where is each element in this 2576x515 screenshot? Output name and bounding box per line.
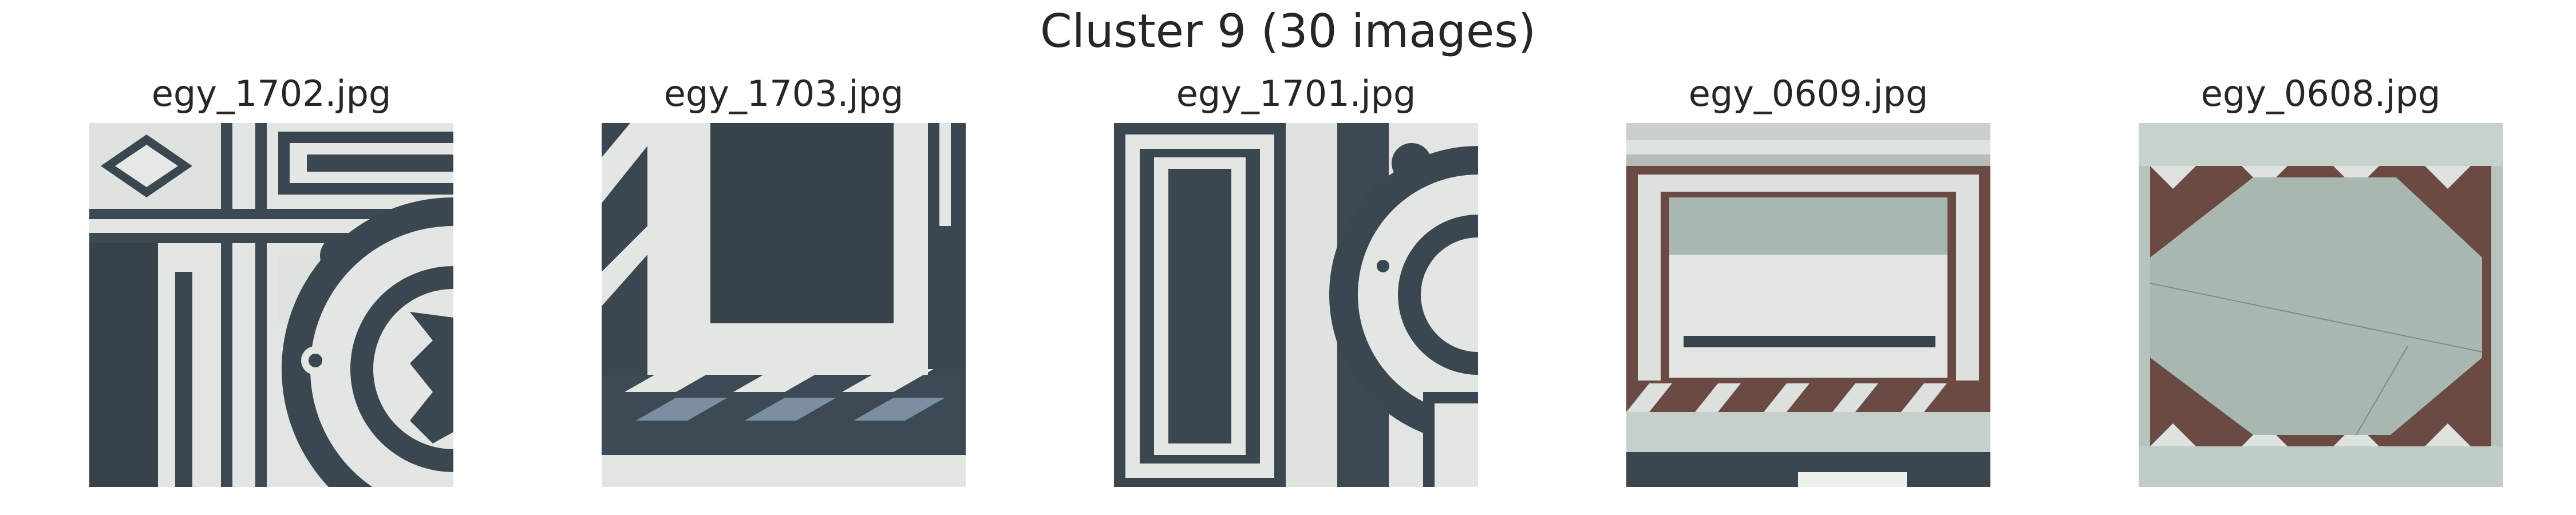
image-caption-4: egy_0609.jpg <box>1688 73 1929 114</box>
figure-title: Cluster 9 (30 images) <box>1040 5 1536 58</box>
image-caption-5: egy_0608.jpg <box>2200 73 2441 114</box>
image-tile-4 <box>1626 123 1990 487</box>
image-tile-3 <box>1114 123 1478 487</box>
marble-floor-image-5 <box>2139 123 2503 487</box>
image-caption-3: egy_1701.jpg <box>1176 73 1416 114</box>
image-caption-2: egy_1703.jpg <box>663 73 904 114</box>
marble-floor-image-2 <box>602 123 966 487</box>
image-tile-5 <box>2139 123 2503 487</box>
marble-floor-image-1 <box>89 123 453 487</box>
marble-floor-image-3 <box>1114 123 1478 487</box>
image-caption-1: egy_1702.jpg <box>151 73 392 114</box>
image-tile-1 <box>89 123 453 487</box>
marble-floor-image-4 <box>1626 123 1990 487</box>
image-tile-2 <box>602 123 966 487</box>
